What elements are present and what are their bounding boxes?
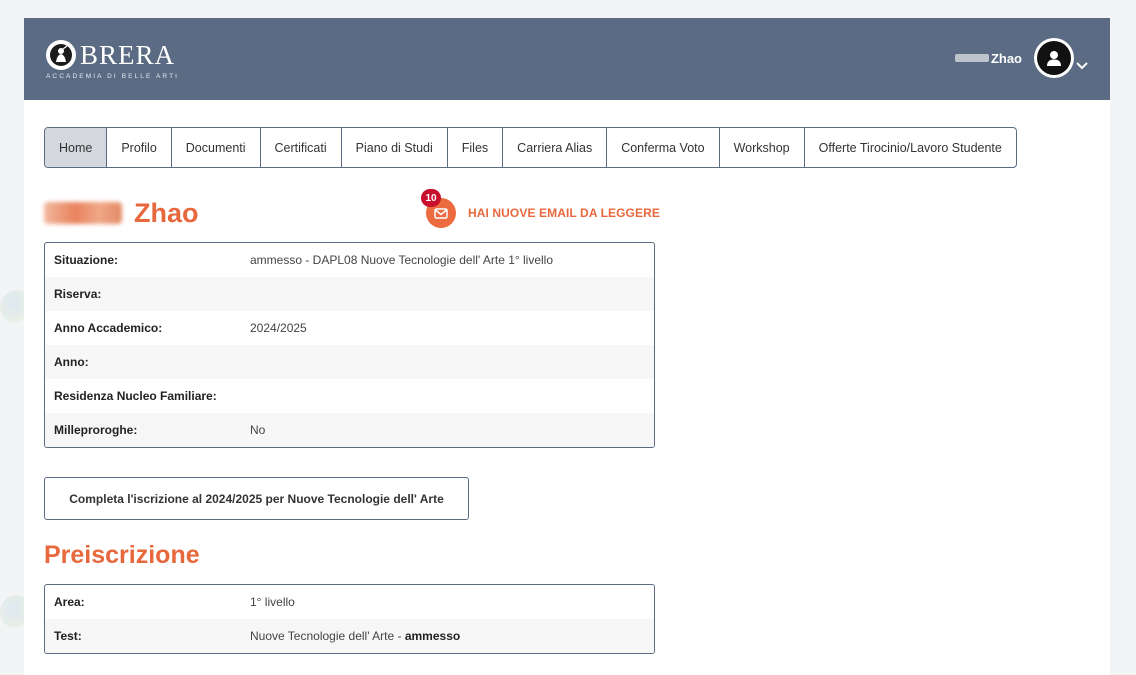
row-label: Anno: <box>54 355 89 369</box>
table-row: Anno Accademico: 2024/2025 <box>45 311 654 345</box>
tab-home[interactable]: Home <box>45 128 108 167</box>
row-label: Residenza Nucleo Familiare: <box>54 389 217 403</box>
redacted-first-name <box>44 202 122 224</box>
table-row: Anno: <box>45 345 654 379</box>
table-row: Riserva: <box>45 277 654 311</box>
email-count-badge: 10 <box>421 189 441 207</box>
row-value: 1° livello <box>250 595 295 609</box>
new-email-notice[interactable]: 10 HAI NUOVE EMAIL DA LEGGERE <box>421 189 660 228</box>
page-container: BRERA ACCADEMIA DI BELLE ARTI Zhao Home <box>24 18 1110 675</box>
tab-documenti[interactable]: Documenti <box>172 128 261 167</box>
new-email-link[interactable]: HAI NUOVE EMAIL DA LEGGERE <box>468 206 660 220</box>
row-label: Situazione: <box>54 253 119 267</box>
row-value: ammesso - DAPL08 Nuove Tecnologie dell' … <box>250 253 554 267</box>
tab-offerte-tirocinio[interactable]: Offerte Tirocinio/Lavoro Studente <box>805 128 1016 167</box>
chevron-down-icon[interactable] <box>1076 57 1088 75</box>
status-info-table: Situazione: ammesso - DAPL08 Nuove Tecno… <box>44 242 655 448</box>
student-last-name: Zhao <box>134 197 199 228</box>
user-menu[interactable]: Zhao <box>954 38 1088 78</box>
table-row: Test: Nuove Tecnologie dell' Arte - amme… <box>45 619 654 653</box>
section-title: Preiscrizione <box>44 541 200 569</box>
row-value: 2024/2025 <box>250 321 307 335</box>
tab-files[interactable]: Files <box>448 128 504 167</box>
row-label: Test: <box>54 629 82 643</box>
table-row: Area: 1° livello <box>45 585 654 619</box>
top-header: BRERA ACCADEMIA DI BELLE ARTI Zhao <box>24 18 1110 100</box>
table-row: Milleproroghe: No <box>45 413 654 447</box>
table-row: Situazione: ammesso - DAPL08 Nuove Tecno… <box>45 243 654 277</box>
row-value: Nuove Tecnologie dell' Arte - ammesso <box>250 629 461 643</box>
tab-certificati[interactable]: Certificati <box>261 128 342 167</box>
tab-workshop[interactable]: Workshop <box>720 128 805 167</box>
student-name: Zhao <box>44 196 199 230</box>
row-label: Anno Accademico: <box>54 321 163 335</box>
row-value: No <box>250 423 266 437</box>
row-label: Milleproroghe: <box>54 423 138 437</box>
brera-logo[interactable]: BRERA ACCADEMIA DI BELLE ARTI <box>46 40 179 80</box>
tab-piano-di-studi[interactable]: Piano di Studi <box>342 128 448 167</box>
tab-profilo[interactable]: Profilo <box>107 128 172 167</box>
user-icon <box>1037 41 1071 75</box>
tab-carriera-alias[interactable]: Carriera Alias <box>503 128 608 167</box>
avatar[interactable] <box>1034 38 1074 78</box>
redacted-first-name <box>954 54 989 62</box>
mail-icon[interactable]: 10 <box>421 189 456 228</box>
table-row: Residenza Nucleo Familiare: <box>45 379 654 413</box>
brera-emblem-icon <box>46 40 76 70</box>
row-label: Area: <box>54 595 85 609</box>
user-name: Zhao <box>990 50 1022 66</box>
row-label: Riserva: <box>54 287 102 301</box>
complete-enrollment-button[interactable]: Completa l'iscrizione al 2024/2025 per N… <box>44 477 469 520</box>
logo-subtitle: ACCADEMIA DI BELLE ARTI <box>46 73 180 80</box>
logo-text: BRERA <box>80 40 176 70</box>
main-tabs: Home Profilo Documenti Certificati Piano… <box>44 127 1017 168</box>
tab-conferma-voto[interactable]: Conferma Voto <box>607 128 720 167</box>
preiscrizione-table: Area: 1° livello Test: Nuove Tecnologie … <box>44 584 655 654</box>
